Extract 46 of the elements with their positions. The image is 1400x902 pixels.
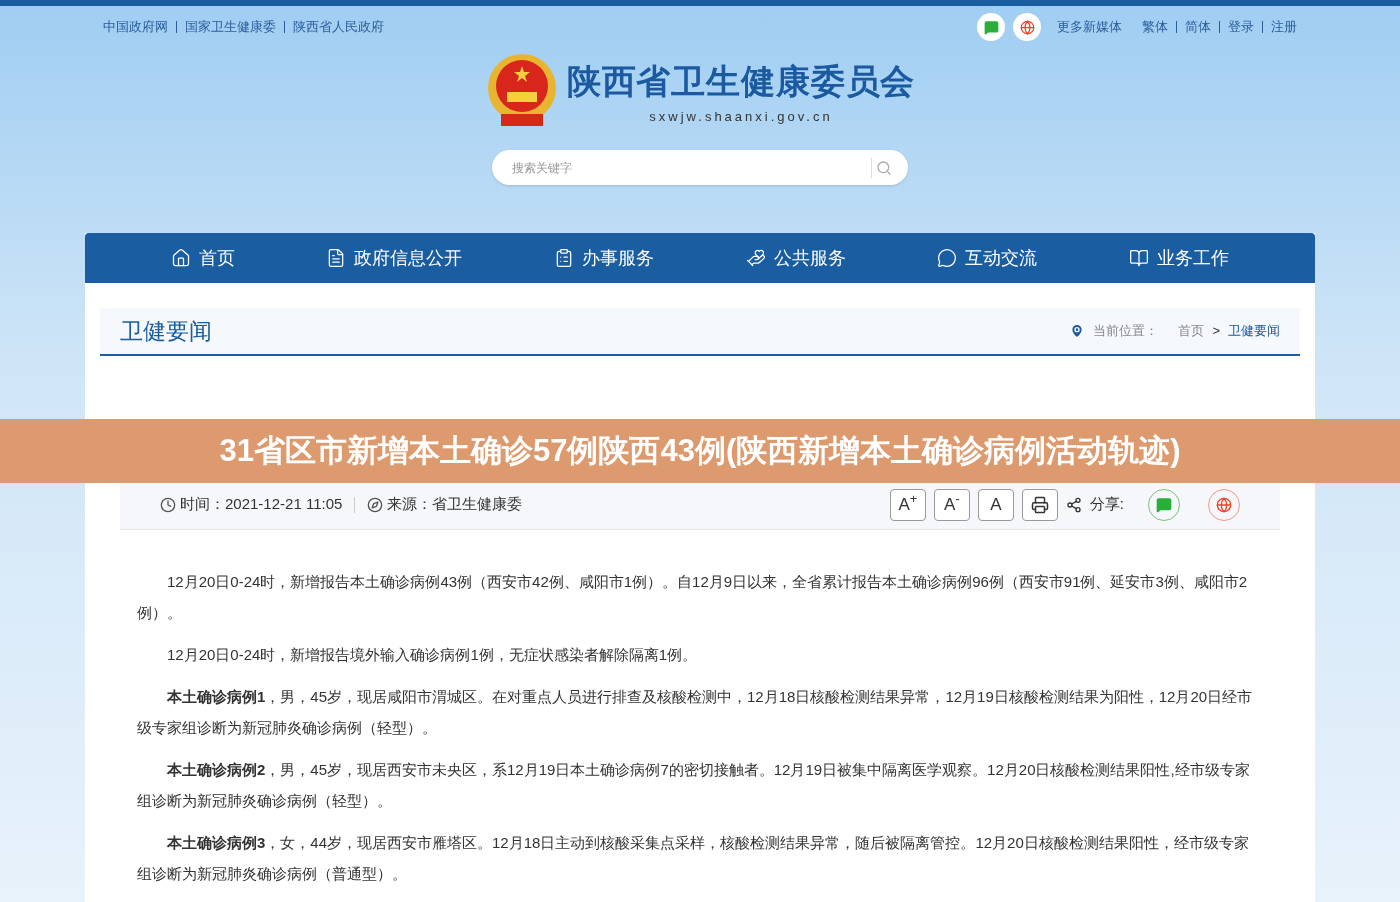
breadcrumb-separator: > — [1212, 322, 1220, 341]
font-size-button[interactable]: A — [977, 488, 1014, 521]
clock-icon — [160, 496, 176, 513]
print-button[interactable] — [1021, 488, 1058, 521]
nav-item[interactable]: 政府信息公开 — [326, 244, 463, 272]
nav-item[interactable]: 业务工作 — [1129, 244, 1230, 272]
breadcrumb-link[interactable]: 卫健要闻 — [1228, 321, 1280, 341]
article-paragraph: 本土确诊病例1，男，45岁，现居咸阳市渭城区。在对重点人员进行排查及核酸检测中，12月18日核酸检测结果异常，12月19日核酸检测结果为阳性，12月20日经市级专家组诊断为新冠肺炎确诊病例（轻型）。 — [137, 687, 1254, 738]
font-size-button[interactable]: A$^{+}$ — [889, 488, 926, 521]
more-media-link[interactable]: 更多新媒体 — [1057, 17, 1122, 37]
site-title: 陕西省卫生健康委员会 — [566, 61, 916, 102]
top-link[interactable]: 中国政府网 — [103, 17, 168, 37]
search-field[interactable]: 搜索关键字 — [492, 150, 908, 185]
font-size-button[interactable]: A$^{-}$ — [933, 488, 970, 521]
nav-item[interactable]: 公共服务 — [745, 244, 846, 272]
top-link[interactable]: 国家卫生健康委 — [185, 17, 276, 37]
site-domain: sxwjw.shaanxi.gov.cn — [649, 107, 833, 126]
chat-icon — [937, 248, 958, 268]
headline-banner: 31省区市新增本土确诊57例陕西43例(陕西新增本土确诊病例活动轨迹) — [0, 419, 1400, 483]
book-icon — [1129, 248, 1150, 268]
share-label: 分享: — [1089, 494, 1124, 515]
weibo-icon[interactable] — [1013, 13, 1041, 41]
article-paragraph: 12月20日0-24时，新增报告本土确诊病例43例（西安市42例、咸阳市1例）。自12月9日以来，全省累计报告本土确诊病例96例（西安市91例、延安市3例、咸阳市2例）。 — [137, 572, 1249, 623]
publish-time: 时间：2021-12-21 11:05 — [180, 494, 343, 515]
nav-item[interactable]: 首页 — [170, 244, 235, 272]
share-icon — [1065, 496, 1082, 513]
article-paragraph: 本土确诊病例3，女，44岁，现居西安市雁塔区。12月18日主动到核酸采集点采样，核酸检测结果异常，随后被隔离管控。12月20日核酸检测结果阳性，经市级专家组诊断为新冠肺炎确诊病例（普通型）。 — [137, 833, 1250, 884]
top-link[interactable]: 登录 — [1228, 17, 1254, 37]
article-paragraph: 本土确诊病例2，男，45岁，现居西安市未央区，系12月19日本土确诊病例7的密切接触者。12月19日被集中隔离医学观察。12月20日核酸检测结果阳性,经市级专家组诊断为新冠肺炎确诊病例（轻型）。 — [137, 760, 1251, 811]
nav-item[interactable]: 互动交流 — [937, 244, 1038, 272]
source: 来源：省卫生健康委 — [387, 494, 523, 515]
wechat-icon[interactable] — [977, 13, 1005, 41]
top-link[interactable]: 陕西省人民政府 — [293, 17, 384, 37]
printer-icon — [1030, 495, 1049, 514]
top-link[interactable]: 繁体 — [1142, 17, 1168, 37]
compass-icon — [367, 496, 384, 513]
article-paragraph: 12月20日0-24时，新增报告境外输入确诊病例1例，无症状感染者解除隔离1例。 — [166, 645, 699, 665]
location-label: 当前位置： — [1093, 322, 1159, 341]
top-link[interactable]: 简体 — [1185, 17, 1211, 37]
breadcrumb-link[interactable]: 首页 — [1178, 321, 1205, 341]
section-title: 卫健要闻 — [120, 316, 212, 346]
home-icon — [170, 248, 191, 268]
hand-icon — [745, 248, 766, 268]
search-icon[interactable] — [876, 160, 892, 176]
top-link[interactable]: 注册 — [1271, 17, 1297, 37]
nav-item[interactable]: 办事服务 — [554, 244, 655, 272]
